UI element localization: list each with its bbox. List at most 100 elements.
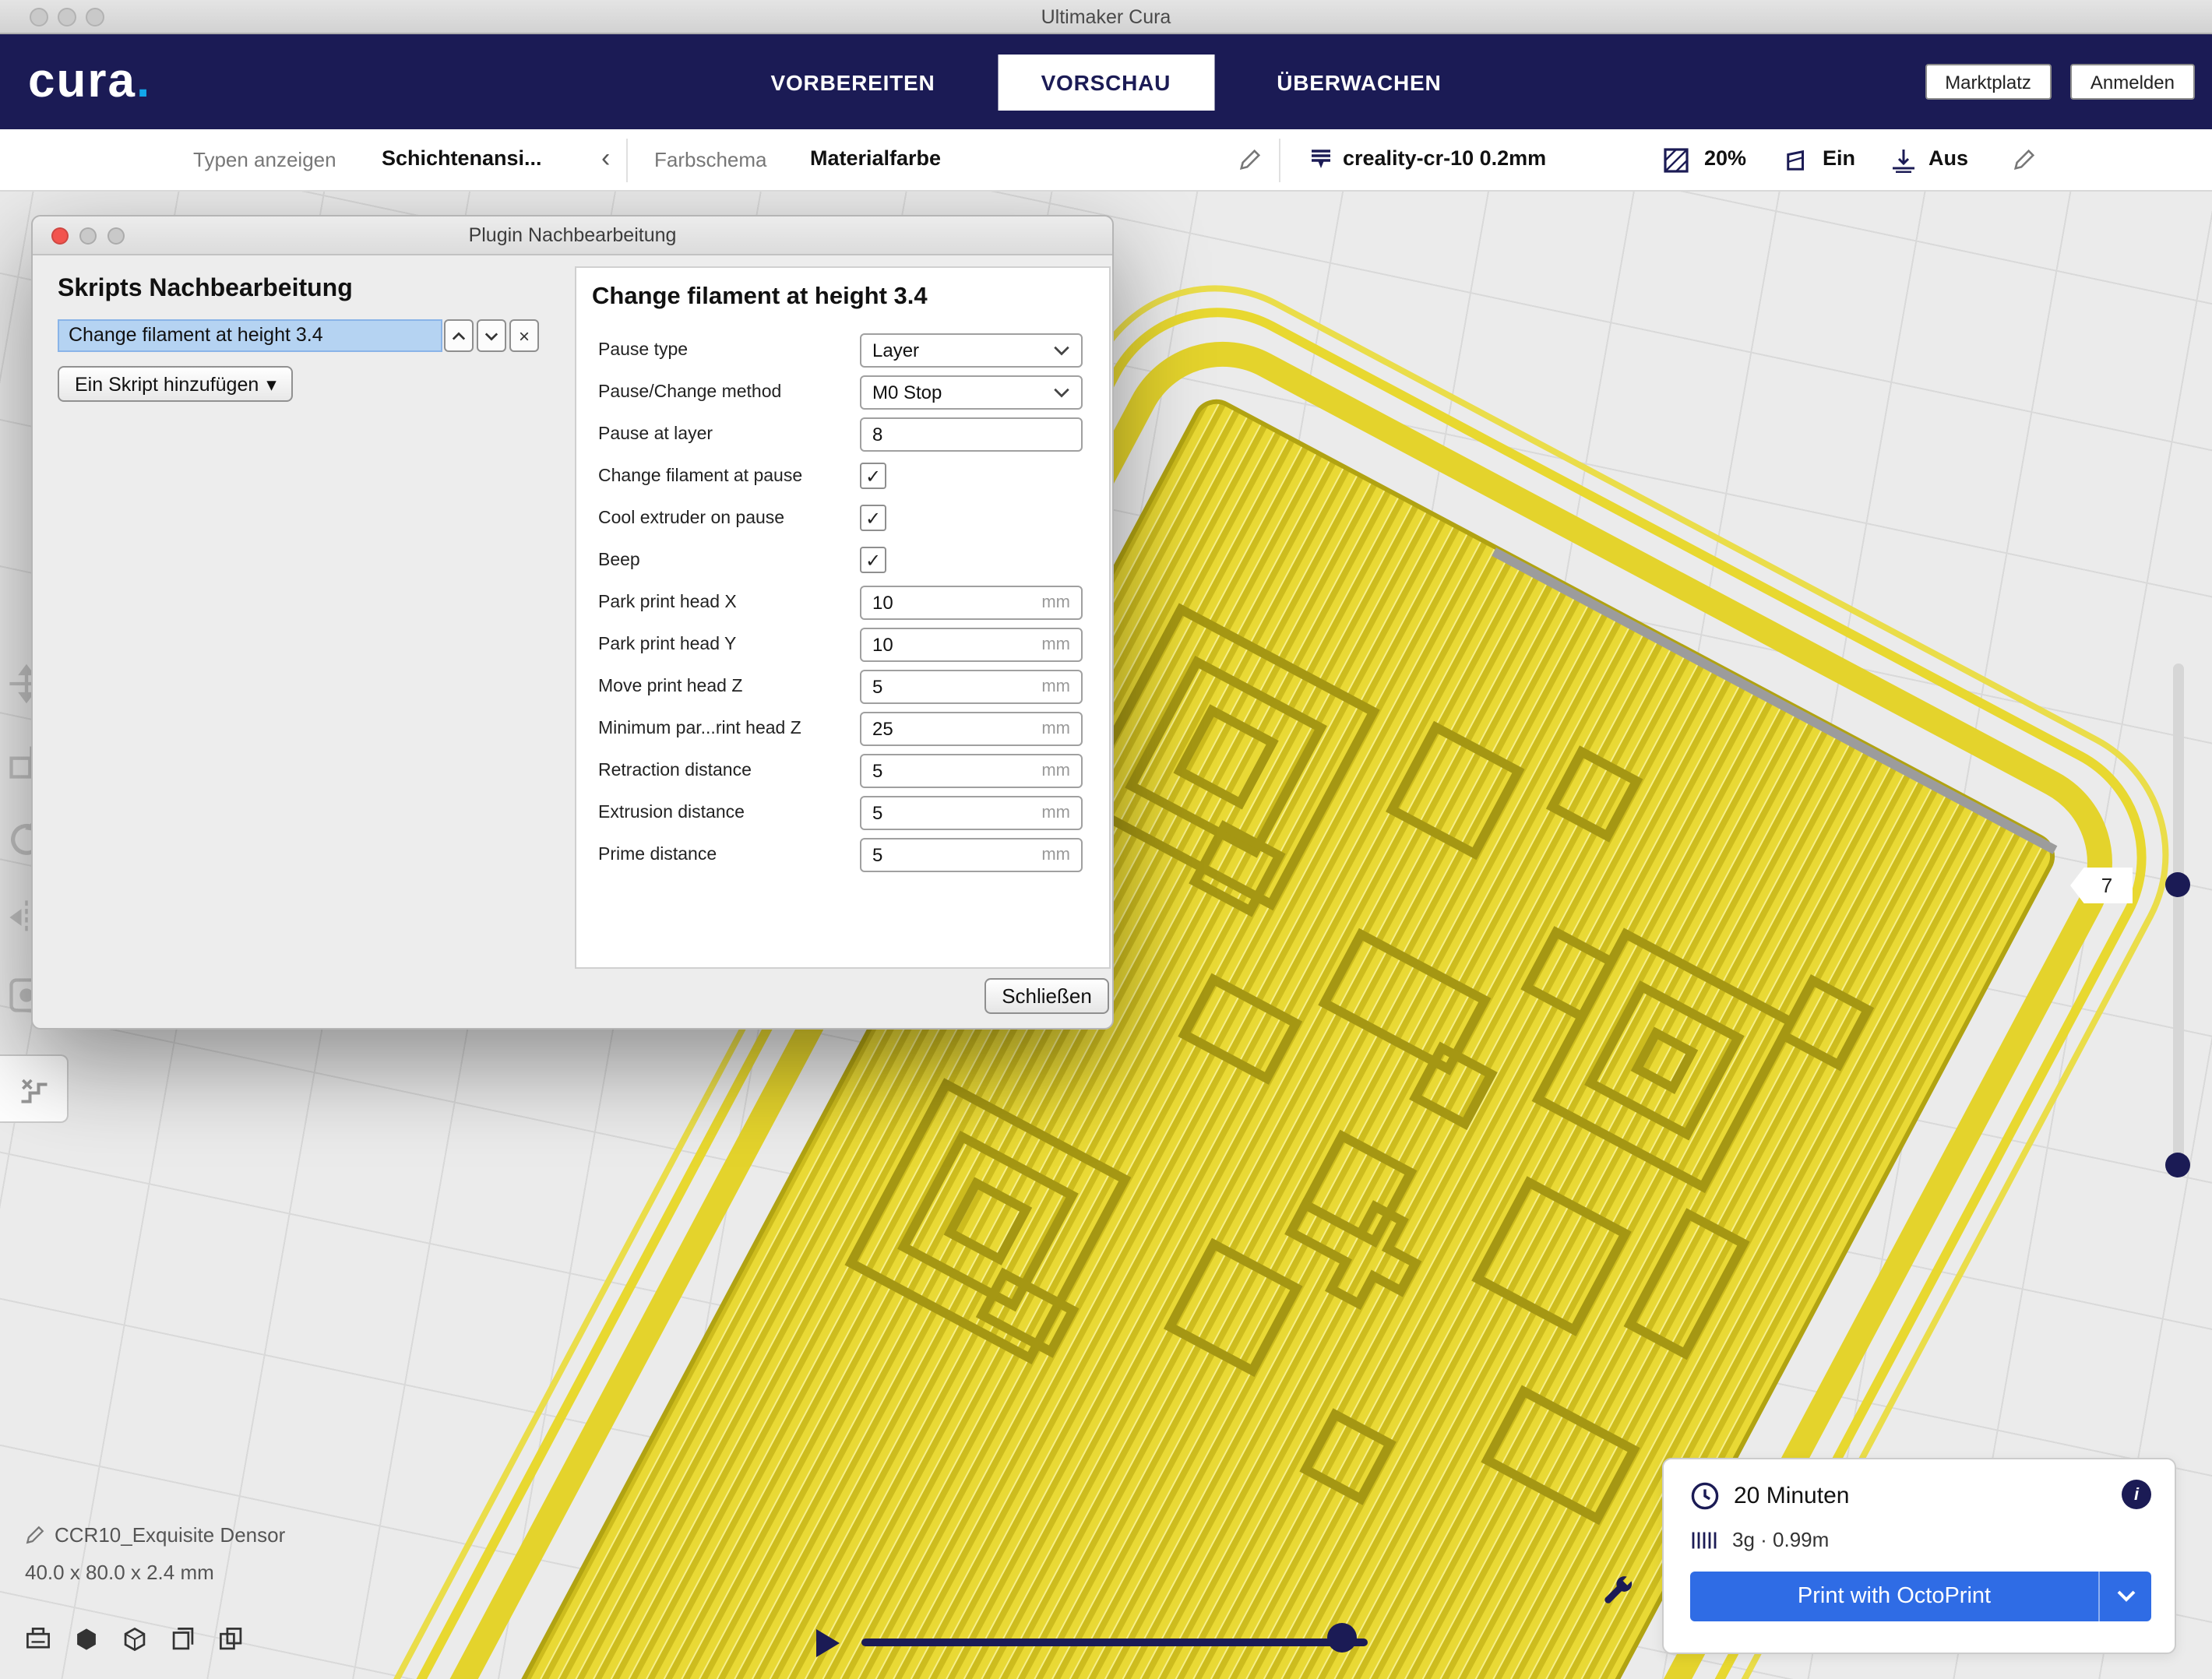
tab-ueberwachen[interactable]: ÜBERWACHEN (1270, 54, 1447, 110)
printer-view-icon[interactable] (25, 1626, 51, 1653)
unit-label: mm (1041, 762, 1070, 780)
simulation-slider-track[interactable] (861, 1639, 1368, 1646)
window-titlebar: Ultimaker Cura (0, 0, 2212, 34)
field-label: Minimum par...rint head Z (598, 720, 801, 738)
settings-field-row: Park print head X 10mm (576, 583, 1109, 625)
info-icon[interactable]: i (2122, 1480, 2151, 1509)
view-toolbar: Typen anzeigen Schichtenansi... ‹ Farbsc… (0, 129, 2212, 192)
unit-label: mm (1041, 635, 1070, 654)
caret-down-icon: ▾ (266, 372, 276, 396)
field-label: Retraction distance (598, 762, 752, 780)
move-script-down-button[interactable] (477, 319, 506, 352)
support-blocker-tool[interactable] (0, 1054, 69, 1123)
settings-field-row: Pause type Layer (576, 330, 1109, 372)
printer-profile[interactable]: creality-cr-10 0.2mm (1343, 146, 1546, 170)
field-label: Cool extruder on pause (598, 509, 784, 528)
field-input[interactable]: 25mm (860, 712, 1083, 746)
settings-field-row: Beep ✓ (576, 540, 1109, 583)
layer-slider-lower-handle[interactable] (2165, 1153, 2190, 1177)
move-script-up-button[interactable] (444, 319, 474, 352)
app-header: cura. VORBEREITEN VORSCHAU ÜBERWACHEN Ma… (0, 34, 2212, 129)
support-value[interactable]: Ein (1823, 146, 1855, 170)
simulation-slider-knob[interactable] (1327, 1623, 1357, 1653)
add-script-button[interactable]: Ein Skript hinzufügen ▾ (58, 366, 294, 402)
field-label: Move print head Z (598, 678, 742, 696)
color-scheme-label: Farbschema (654, 148, 767, 171)
sheets-icon[interactable] (170, 1626, 196, 1653)
settings-field-row: Cool extruder on pause ✓ (576, 498, 1109, 540)
field-checkbox[interactable]: ✓ (860, 547, 886, 573)
edit-pencil-icon[interactable] (1238, 148, 1262, 179)
collapse-chevron-icon[interactable]: ‹ (601, 143, 610, 174)
print-summary-panel: 20 Minuten i 3g · 0.99m Print with OctoP… (1662, 1458, 2176, 1654)
field-label: Pause at layer (598, 425, 713, 444)
view-type-value[interactable]: Schichtenansi... (382, 146, 542, 170)
settings-field-row: Minimum par...rint head Z 25mm (576, 709, 1109, 751)
settings-field-row: Pause/Change method M0 Stop (576, 372, 1109, 414)
window-title: Ultimaker Cura (0, 6, 2212, 28)
field-label: Park print head Y (598, 635, 736, 654)
dialog-title: Plugin Nachbearbeitung (33, 224, 1112, 246)
adhesion-icon (1891, 148, 1916, 181)
toolbar-divider (626, 139, 628, 182)
print-with-octoprint-button[interactable]: Print with OctoPrint (1690, 1572, 2151, 1621)
field-select[interactable]: M0 Stop (860, 375, 1083, 410)
infill-icon (1664, 148, 1689, 181)
adhesion-value[interactable]: Aus (1928, 146, 1968, 170)
script-settings-fields: Pause type Layer Pause/Change method M0 Sto… (576, 330, 1109, 877)
rename-pencil-icon[interactable] (25, 1525, 45, 1545)
app-window: Ultimaker Cura cura. VORBEREITEN VORSCHA… (0, 0, 2212, 1679)
cube-outline-icon[interactable] (122, 1626, 148, 1653)
unit-label: mm (1041, 804, 1070, 822)
script-settings-panel: Change filament at height 3.4 Pause type… (575, 266, 1111, 969)
field-label: Pause type (598, 341, 688, 360)
layer-slider-track[interactable] (2173, 664, 2184, 1171)
marketplace-button[interactable]: Marktplatz (1925, 64, 2052, 100)
dialog-titlebar[interactable]: Plugin Nachbearbeitung (33, 216, 1112, 255)
support-icon (1785, 148, 1809, 181)
unit-label: mm (1041, 593, 1070, 612)
print-options-chevron-icon[interactable] (2098, 1572, 2151, 1621)
printer-icon (1309, 148, 1333, 181)
settings-field-row: Park print head Y 10mm (576, 625, 1109, 667)
field-label: Beep (598, 551, 640, 570)
field-input[interactable]: 5mm (860, 796, 1083, 830)
field-select[interactable]: Layer (860, 333, 1083, 368)
field-label: Pause/Change method (598, 383, 781, 402)
field-checkbox[interactable]: ✓ (860, 505, 886, 531)
layer-slider-upper-handle[interactable] (2165, 872, 2190, 897)
infill-value[interactable]: 20% (1704, 146, 1746, 170)
field-input[interactable]: 10mm (860, 628, 1083, 662)
field-input[interactable]: 5mm (860, 754, 1083, 788)
script-list-item-selected[interactable]: Change filament at height 3.4 (58, 319, 442, 352)
tab-vorbereiten[interactable]: VORBEREITEN (765, 54, 942, 110)
field-input[interactable]: 10mm (860, 586, 1083, 620)
field-label: Extrusion distance (598, 804, 745, 822)
field-checkbox[interactable]: ✓ (860, 463, 886, 489)
toolbar-divider (1279, 139, 1280, 182)
model-info: CCR10_Exquisite Densor 40.0 x 80.0 x 2.4… (25, 1523, 285, 1584)
field-input[interactable]: 8 (860, 417, 1083, 452)
play-button[interactable] (816, 1629, 840, 1657)
unit-label: mm (1041, 720, 1070, 738)
field-label: Change filament at pause (598, 467, 802, 486)
chevron-down-icon (1053, 382, 1070, 403)
sign-in-button[interactable]: Anmelden (2070, 64, 2195, 100)
remove-script-button[interactable]: × (509, 319, 539, 352)
field-input[interactable]: 5mm (860, 670, 1083, 704)
unit-label: mm (1041, 846, 1070, 864)
field-input[interactable]: 5mm (860, 838, 1083, 872)
copy-sheets-icon[interactable] (218, 1626, 245, 1653)
edit-print-settings-pencil-icon[interactable] (2013, 148, 2036, 179)
machine-settings-wrench-icon[interactable] (1600, 1575, 1636, 1618)
script-settings-heading: Change filament at height 3.4 (592, 283, 928, 312)
solid-cube-icon[interactable] (73, 1626, 100, 1653)
tab-vorschau[interactable]: VORSCHAU (998, 54, 1215, 110)
close-dialog-button[interactable]: Schließen (984, 978, 1109, 1014)
post-processing-dialog: Plugin Nachbearbeitung Skripts Nachbearb… (31, 215, 1114, 1030)
filament-icon (1690, 1529, 1718, 1551)
settings-field-row: Change filament at pause ✓ (576, 456, 1109, 498)
field-label: Park print head X (598, 593, 737, 612)
color-scheme-value[interactable]: Materialfarbe (810, 146, 941, 170)
stage-tabs: VORBEREITEN VORSCHAU ÜBERWACHEN (765, 34, 1448, 129)
